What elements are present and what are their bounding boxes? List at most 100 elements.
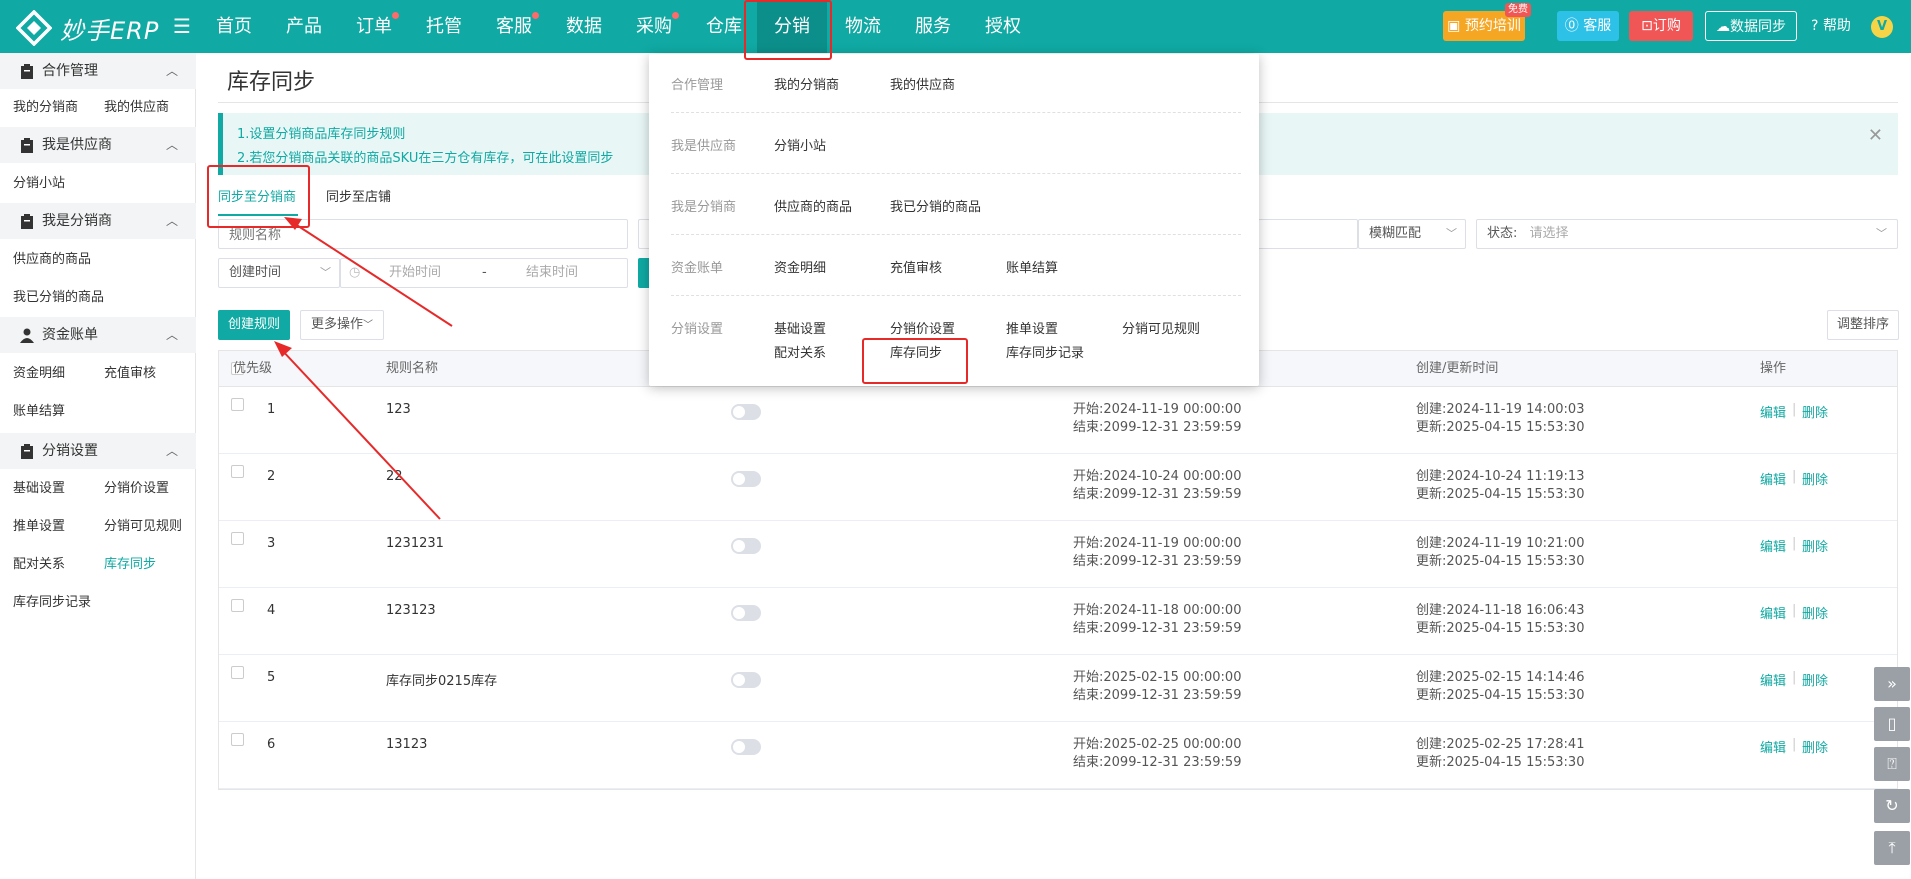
dropdown-link-price-settings[interactable]: 分销价设置 — [890, 318, 955, 337]
dropdown-link-fund-details[interactable]: 资金明细 — [774, 257, 826, 276]
sidebar-item-distributed-products[interactable]: 我已分销的商品 — [13, 289, 104, 307]
edit-link[interactable]: 编辑 — [1760, 670, 1786, 689]
tab-sync-to-store[interactable]: 同步至店铺 — [326, 189, 391, 207]
dropdown-link-distribution-station[interactable]: 分销小站 — [774, 135, 826, 154]
create-rule-button[interactable]: 创建规则 — [218, 310, 290, 340]
help-button[interactable]: ? 帮助 — [1806, 11, 1856, 41]
avatar[interactable]: V — [1871, 16, 1893, 38]
sidebar-group-cooperation[interactable]: 合作管理 ︿ — [0, 53, 196, 89]
start-prefix: 开始: — [1073, 603, 1104, 618]
edit-link[interactable]: 编辑 — [1760, 536, 1786, 555]
sidebar-group-distribution-settings[interactable]: 分销设置 ︿ — [0, 433, 196, 469]
service-button[interactable]: ⓪ 客服 — [1557, 11, 1619, 41]
delete-link[interactable]: 删除 — [1802, 402, 1828, 421]
sidebar-group-funds[interactable]: 资金账单 ︿ — [0, 317, 196, 353]
row-checkbox[interactable] — [231, 532, 244, 545]
sidebar-item-bill-settlement[interactable]: 账单结算 — [13, 403, 65, 421]
dropdown-divider — [671, 112, 1241, 113]
adjust-sort-button[interactable]: 调整排序 — [1827, 310, 1899, 340]
dropdown-link-bill-settlement[interactable]: 账单结算 — [1006, 257, 1058, 276]
date-range-picker[interactable]: ◷ 开始时间 - 结束时间 — [340, 258, 628, 288]
sidebar-item-price-settings[interactable]: 分销价设置 — [104, 480, 169, 498]
row-checkbox[interactable] — [231, 465, 244, 478]
sidebar-item-my-suppliers[interactable]: 我的供应商 — [104, 99, 169, 117]
nav-products[interactable]: 产品 — [273, 0, 335, 53]
nav-services[interactable]: 服务 — [902, 0, 964, 53]
time-type-select[interactable]: 创建时间 ﹀ — [218, 258, 340, 288]
edit-link[interactable]: 编辑 — [1760, 737, 1786, 756]
sidebar-item-inventory-sync[interactable]: 库存同步 — [104, 556, 156, 574]
row-status-toggle[interactable] — [731, 404, 761, 420]
sidebar-item-push-settings[interactable]: 推单设置 — [13, 518, 65, 536]
training-button[interactable]: ▣ 预约培训 免费 — [1443, 3, 1531, 41]
sidebar-item-distribution-station[interactable]: 分销小站 — [13, 175, 65, 193]
edit-link[interactable]: 编辑 — [1760, 469, 1786, 488]
nav-data[interactable]: 数据 — [553, 0, 615, 53]
menu-toggle-icon[interactable]: ☰ — [173, 14, 191, 38]
row-status-toggle[interactable] — [731, 471, 761, 487]
sidebar-item-visibility-rules[interactable]: 分销可见规则 — [104, 518, 182, 536]
row-checkbox[interactable] — [231, 666, 244, 679]
row-priority: 6 — [267, 737, 276, 752]
start-value: 2025-02-15 00:00:00 — [1103, 670, 1242, 685]
nav-purchase[interactable]: 采购 — [623, 0, 685, 53]
sidebar-item-supplier-products[interactable]: 供应商的商品 — [13, 251, 91, 269]
dropdown-link-pairing[interactable]: 配对关系 — [774, 342, 826, 361]
nav-home[interactable]: 首页 — [203, 0, 265, 53]
sidebar-item-fund-details[interactable]: 资金明细 — [13, 365, 65, 383]
sidebar-item-pairing[interactable]: 配对关系 — [13, 556, 65, 574]
delete-link[interactable]: 删除 — [1802, 603, 1828, 622]
action-separator: | — [1792, 536, 1797, 551]
dropdown-link-visibility-rules[interactable]: 分销可见规则 — [1122, 318, 1200, 337]
dropdown-link-my-distributors[interactable]: 我的分销商 — [774, 74, 839, 93]
nav-logistics[interactable]: 物流 — [832, 0, 894, 53]
row-status-toggle[interactable] — [731, 605, 761, 621]
status-select[interactable]: 状态: 请选择 ﹀ — [1476, 219, 1898, 249]
delete-link[interactable]: 删除 — [1802, 469, 1828, 488]
nav-hosting[interactable]: 托管 — [413, 0, 475, 53]
mobile-icon[interactable]: ▯ — [1874, 707, 1910, 741]
data-sync-button[interactable]: ☁数据同步 — [1705, 11, 1797, 41]
delete-link[interactable]: 删除 — [1802, 670, 1828, 689]
edit-link[interactable]: 编辑 — [1760, 402, 1786, 421]
dropdown-link-my-suppliers[interactable]: 我的供应商 — [890, 74, 955, 93]
sidebar-group-supplier[interactable]: 我是供应商 ︿ — [0, 127, 196, 163]
chevron-down-icon: ﹀ — [1446, 227, 1457, 240]
match-mode-select[interactable]: 模糊匹配 ﹀ — [1358, 219, 1466, 249]
dropdown-link-supplier-products[interactable]: 供应商的商品 — [774, 196, 852, 215]
start-value: 2025-02-25 00:00:00 — [1103, 737, 1242, 752]
sidebar-item-my-distributors[interactable]: 我的分销商 — [13, 99, 78, 117]
nav-customer-service[interactable]: 客服 — [483, 0, 545, 53]
order-button[interactable]: ⊡订购 — [1629, 11, 1693, 41]
dropdown-link-distributed-products[interactable]: 我已分销的商品 — [890, 196, 981, 215]
row-status-toggle[interactable] — [731, 739, 761, 755]
end-value: 2099-12-31 23:59:59 — [1103, 688, 1242, 703]
scroll-top-icon[interactable]: ⤒ — [1874, 831, 1910, 865]
dropdown-link-inventory-sync-records[interactable]: 库存同步记录 — [1006, 342, 1084, 361]
row-checkbox[interactable] — [231, 733, 244, 746]
dropdown-link-push-settings[interactable]: 推单设置 — [1006, 318, 1058, 337]
close-icon[interactable]: ✕ — [1868, 125, 1883, 146]
row-status-toggle[interactable] — [731, 672, 761, 688]
more-actions-button[interactable]: 更多操作﹀ — [300, 310, 384, 340]
highlight-box-menu-item — [862, 338, 968, 384]
nav-orders[interactable]: 订单 — [343, 0, 405, 53]
collapse-icon[interactable]: » — [1874, 667, 1910, 701]
row-checkbox[interactable] — [231, 599, 244, 612]
row-checkbox[interactable] — [231, 398, 244, 411]
refresh-icon[interactable]: ↻ — [1874, 789, 1910, 823]
dropdown-link-basic-settings[interactable]: 基础设置 — [774, 318, 826, 337]
dropdown-link-recharge-review[interactable]: 充值审核 — [890, 257, 942, 276]
sidebar-item-recharge-review[interactable]: 充值审核 — [104, 365, 156, 383]
row-status-toggle[interactable] — [731, 538, 761, 554]
start-prefix: 开始: — [1073, 402, 1104, 417]
delete-link[interactable]: 删除 — [1802, 737, 1828, 756]
feedback-icon[interactable]: ⍰ — [1874, 747, 1910, 781]
edit-link[interactable]: 编辑 — [1760, 603, 1786, 622]
sidebar-item-inventory-sync-records[interactable]: 库存同步记录 — [13, 594, 91, 612]
filter-input-hidden[interactable] — [1258, 219, 1358, 249]
sidebar-item-basic-settings[interactable]: 基础设置 — [13, 480, 65, 498]
nav-authorization[interactable]: 授权 — [972, 0, 1034, 53]
delete-link[interactable]: 删除 — [1802, 536, 1828, 555]
sidebar-group-distributor[interactable]: 我是分销商 ︿ — [0, 203, 196, 239]
